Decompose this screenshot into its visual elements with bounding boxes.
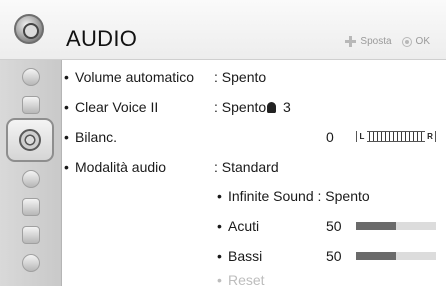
- sidebar-item-lock[interactable]: [12, 196, 50, 218]
- bass-slider[interactable]: [356, 252, 436, 260]
- hint-move-label: Sposta: [360, 36, 392, 47]
- bass-value: 50: [326, 248, 342, 264]
- setting-label: Volume automatico: [75, 69, 195, 85]
- setting-label: Infinite Sound : Spento: [228, 188, 370, 204]
- setting-treble[interactable]: • Acuti 50: [64, 211, 446, 241]
- picture-icon: [22, 68, 40, 86]
- menu-title: AUDIO: [66, 26, 138, 51]
- setting-clear-voice[interactable]: • Clear Voice II : Spento 3: [64, 92, 446, 122]
- balance-slider[interactable]: L R: [356, 131, 436, 142]
- bullet: •: [64, 159, 69, 175]
- setting-volume-auto[interactable]: • Volume automatico : Spento: [64, 62, 446, 92]
- setting-infinite-sound[interactable]: • Infinite Sound : Spento: [64, 181, 446, 211]
- audio-settings-list: • Volume automatico : Spento • Clear Voice…: [64, 60, 446, 288]
- bullet: •: [217, 218, 222, 234]
- voice-level-icon: [267, 102, 277, 113]
- dpad-icon: [345, 36, 357, 47]
- bullet: •: [64, 129, 69, 145]
- setting-value: : Spento: [214, 69, 267, 85]
- network-icon: [22, 254, 40, 272]
- setting-reset[interactable]: • Reset: [64, 265, 446, 295]
- setting-label: Modalità audio: [75, 159, 167, 175]
- sidebar-item-network[interactable]: [12, 252, 50, 274]
- menu-header: AUDIO Sposta OK: [0, 0, 446, 60]
- audio-icon: [19, 129, 41, 151]
- bullet: •: [64, 69, 69, 85]
- navigation-hint: Sposta OK: [345, 36, 430, 47]
- setting-label: Bassi: [228, 248, 263, 264]
- options-icon: [22, 226, 40, 244]
- treble-fill: [356, 222, 396, 230]
- setting-label: Acuti: [228, 218, 260, 234]
- clock-icon: [22, 170, 40, 188]
- sidebar-item-picture[interactable]: [12, 66, 50, 88]
- setting-balance[interactable]: • Bilanc. 0 L R: [64, 122, 446, 152]
- balance-left-label: L: [357, 131, 367, 142]
- screen-icon: [22, 96, 40, 114]
- sidebar-item-screen[interactable]: [12, 94, 50, 116]
- voice-level-value: 3: [283, 99, 291, 115]
- sidebar-item-time[interactable]: [12, 168, 50, 190]
- hint-ok-label: OK: [415, 36, 430, 47]
- setting-value: : Standard: [214, 159, 279, 175]
- lock-icon: [22, 198, 40, 216]
- balance-value: 0: [326, 129, 334, 145]
- audio-speaker-icon: [14, 14, 44, 44]
- setting-label: Bilanc.: [75, 129, 118, 145]
- category-sidebar: [0, 60, 62, 286]
- treble-slider[interactable]: [356, 222, 436, 230]
- audio-menu-window: AUDIO Sposta OK • Volume automatico: Sp…: [0, 0, 446, 288]
- balance-right-label: R: [425, 131, 435, 142]
- setting-sound-mode[interactable]: • Modalità audio : Standard: [64, 152, 446, 182]
- setting-value: : Spento: [214, 99, 267, 115]
- sidebar-item-audio[interactable]: [6, 118, 54, 162]
- ok-button-icon: [401, 36, 412, 47]
- treble-value: 50: [326, 218, 342, 234]
- bullet: •: [217, 188, 222, 204]
- setting-label: Clear Voice II: [75, 99, 159, 115]
- bass-fill: [356, 252, 396, 260]
- sidebar-item-options[interactable]: [12, 224, 50, 246]
- bullet: •: [217, 248, 222, 264]
- bullet: •: [64, 99, 69, 115]
